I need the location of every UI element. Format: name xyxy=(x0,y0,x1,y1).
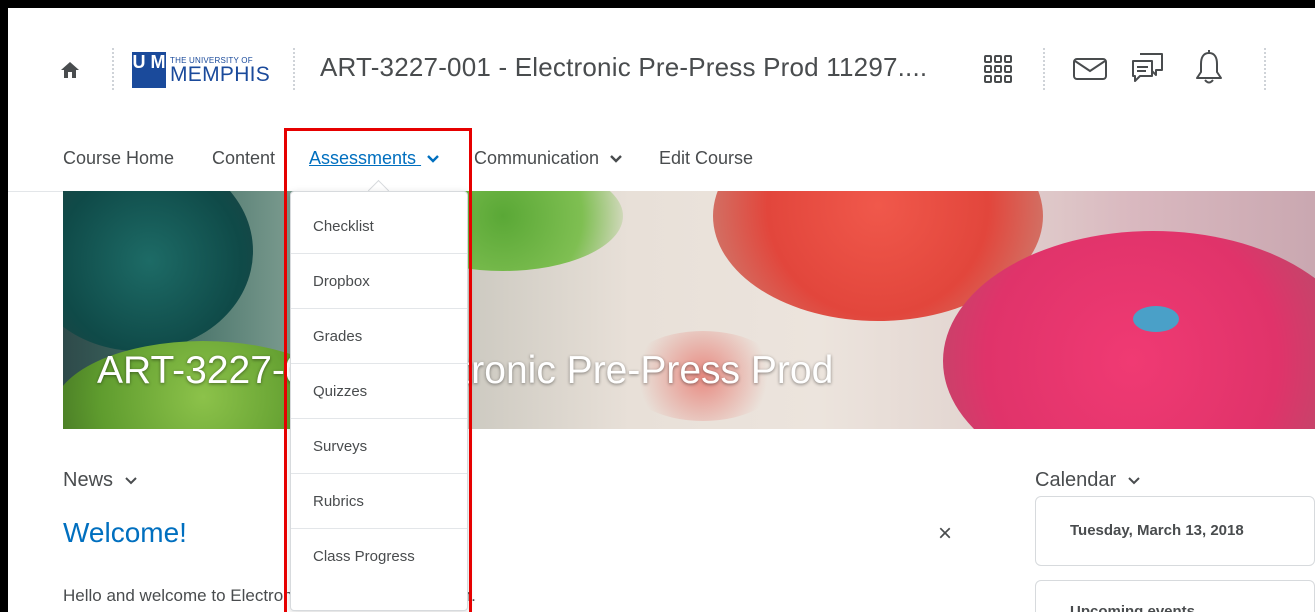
bell-icon[interactable] xyxy=(1194,50,1224,86)
calendar-date: Tuesday, March 13, 2018 xyxy=(1070,522,1244,539)
menu-item-class-progress[interactable]: Class Progress xyxy=(291,529,467,584)
nav-assessments-label: Assessments xyxy=(309,148,417,168)
menu-item-dropbox[interactable]: Dropbox xyxy=(291,254,467,309)
course-banner-image: ART-3227-001 - Electronic Pre-Press Prod xyxy=(63,191,1315,429)
menu-item-checklist[interactable]: Checklist xyxy=(291,199,467,254)
nav-course-home[interactable]: Course Home xyxy=(63,148,174,169)
assessments-dropdown-menu: Checklist Dropbox Grades Quizzes Surveys… xyxy=(290,191,468,611)
chevron-down-icon xyxy=(124,477,137,485)
logo-big-text: MEMPHIS xyxy=(170,62,271,86)
top-header: U M THE UNIVERSITY OF MEMPHIS ART-3227-0… xyxy=(8,8,1315,123)
upcoming-events-label: Upcoming events xyxy=(1070,603,1196,612)
browser-frame: U M THE UNIVERSITY OF MEMPHIS ART-3227-0… xyxy=(8,8,1315,612)
calendar-date-card[interactable]: Tuesday, March 13, 2018 xyxy=(1035,496,1315,566)
news-widget-title[interactable]: News xyxy=(63,469,137,492)
nav-communication[interactable]: Communication xyxy=(474,148,622,169)
mail-icon[interactable] xyxy=(1072,56,1108,82)
university-logo[interactable]: U M THE UNIVERSITY OF MEMPHIS xyxy=(132,52,270,88)
menu-item-rubrics[interactable]: Rubrics xyxy=(291,474,467,529)
chevron-down-icon xyxy=(610,155,622,163)
nav-content[interactable]: Content xyxy=(212,148,275,169)
waffle-icon[interactable] xyxy=(983,54,1013,84)
header-divider xyxy=(112,48,114,90)
chevron-down-icon xyxy=(427,155,439,163)
header-divider xyxy=(1264,48,1266,90)
home-icon[interactable] xyxy=(60,60,80,80)
course-title[interactable]: ART-3227-001 - Electronic Pre-Press Prod… xyxy=(320,52,927,83)
logo-mark: U M xyxy=(132,52,166,88)
chevron-down-icon xyxy=(1128,477,1140,485)
news-item-title[interactable]: Welcome! xyxy=(63,517,187,549)
nav-assessments[interactable]: Assessments xyxy=(309,148,439,169)
news-label: News xyxy=(63,469,114,491)
paint-teal xyxy=(63,191,253,351)
chat-icon[interactable] xyxy=(1130,50,1166,86)
menu-item-grades[interactable]: Grades xyxy=(291,309,467,364)
menu-item-quizzes[interactable]: Quizzes xyxy=(291,364,467,419)
header-divider xyxy=(1043,48,1045,90)
header-divider xyxy=(293,48,295,90)
upcoming-events-card[interactable]: Upcoming events xyxy=(1035,580,1315,612)
paint-blue-drop xyxy=(1133,306,1179,332)
menu-item-surveys[interactable]: Surveys xyxy=(291,419,467,474)
nav-communication-label: Communication xyxy=(474,148,600,168)
nav-edit-course[interactable]: Edit Course xyxy=(659,148,753,169)
calendar-widget-title[interactable]: Calendar xyxy=(1035,469,1140,492)
calendar-label: Calendar xyxy=(1035,469,1117,491)
close-icon[interactable]: × xyxy=(938,520,952,548)
